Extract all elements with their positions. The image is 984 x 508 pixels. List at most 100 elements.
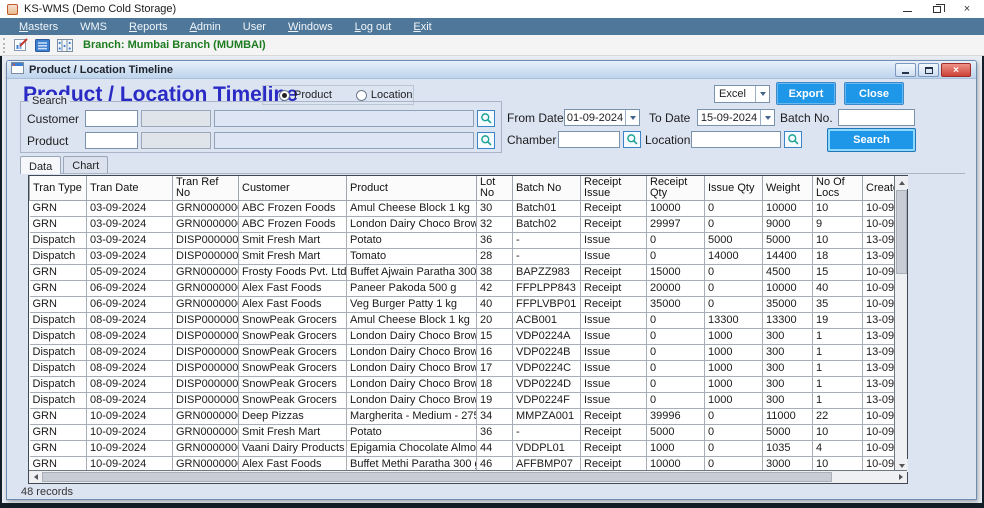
table-cell[interactable]: 13-09-2024	[863, 233, 897, 249]
table-cell[interactable]: 34	[477, 409, 513, 425]
table-cell[interactable]: 1	[813, 377, 863, 393]
table-cell[interactable]: 9000	[763, 217, 813, 233]
table-row[interactable]: GRN 10-09-2024 GRN00000002 Deep Pizzas M…	[30, 409, 897, 425]
table-cell[interactable]: 29997	[647, 217, 705, 233]
table-cell[interactable]: 0	[705, 297, 763, 313]
list-icon[interactable]	[34, 37, 51, 53]
column-header[interactable]: Weight	[763, 176, 813, 201]
table-cell[interactable]: Margherita - Medium - 275 g	[347, 409, 477, 425]
table-cell[interactable]: GRN00000002	[173, 409, 239, 425]
table-cell[interactable]: 300	[763, 329, 813, 345]
table-cell[interactable]: 4	[813, 441, 863, 457]
table-cell[interactable]: 40	[813, 281, 863, 297]
table-cell[interactable]: Amul Cheese Block 1 kg	[347, 313, 477, 329]
table-cell[interactable]: Dispatch	[30, 249, 87, 265]
table-cell[interactable]: 40	[477, 297, 513, 313]
table-cell[interactable]: 36	[477, 425, 513, 441]
table-cell[interactable]: 4500	[763, 265, 813, 281]
table-cell[interactable]: 10	[813, 233, 863, 249]
table-cell[interactable]: 08-09-2024	[87, 345, 173, 361]
table-cell[interactable]: Receipt	[581, 425, 647, 441]
table-cell[interactable]: London Dairy Choco Brownie 500 ml	[347, 329, 477, 345]
table-cell[interactable]: 35000	[647, 297, 705, 313]
table-cell[interactable]: 0	[705, 201, 763, 217]
table-cell[interactable]: VDP0224A	[513, 329, 581, 345]
table-cell[interactable]: 10000	[763, 201, 813, 217]
table-cell[interactable]: GRN	[30, 265, 87, 281]
table-cell[interactable]: 10-09-2024	[863, 441, 897, 457]
column-header[interactable]: Created	[863, 176, 897, 201]
table-cell[interactable]: 28	[477, 249, 513, 265]
table-cell[interactable]: Receipt	[581, 201, 647, 217]
table-cell[interactable]: 19	[477, 393, 513, 409]
table-cell[interactable]: 20	[477, 313, 513, 329]
table-cell[interactable]: Issue	[581, 377, 647, 393]
table-row[interactable]: Dispatch 08-09-2024 DISP00000005 SnowPea…	[30, 393, 897, 409]
table-cell[interactable]: VDP0224F	[513, 393, 581, 409]
window-maximize-button[interactable]	[918, 63, 939, 77]
table-cell[interactable]: 1000	[705, 361, 763, 377]
table-cell[interactable]: GRN	[30, 217, 87, 233]
table-row[interactable]: GRN 05-09-2024 GRN00000004 Frosty Foods …	[30, 265, 897, 281]
menu-item[interactable]: WMS	[69, 18, 118, 35]
table-cell[interactable]: Dispatch	[30, 233, 87, 249]
table-cell[interactable]: Receipt	[581, 217, 647, 233]
table-cell[interactable]: 15	[477, 329, 513, 345]
table-cell[interactable]: 08-09-2024	[87, 361, 173, 377]
table-cell[interactable]: GRN00000003	[173, 425, 239, 441]
table-cell[interactable]: Smit Fresh Mart	[239, 233, 347, 249]
table-cell[interactable]: 18	[477, 377, 513, 393]
table-cell[interactable]: Frosty Foods Pvt. Ltd.	[239, 265, 347, 281]
table-cell[interactable]: VDP0224D	[513, 377, 581, 393]
table-row[interactable]: GRN 10-09-2024 GRN00000006 Vaani Dairy P…	[30, 441, 897, 457]
table-cell[interactable]: 10000	[763, 281, 813, 297]
table-cell[interactable]: 0	[647, 233, 705, 249]
table-cell[interactable]: 06-09-2024	[87, 281, 173, 297]
table-cell[interactable]: Issue	[581, 233, 647, 249]
column-header[interactable]: Receipt Qty	[647, 176, 705, 201]
table-row[interactable]: Dispatch 08-09-2024 DISP00000005 SnowPea…	[30, 329, 897, 345]
table-cell[interactable]: 35	[813, 297, 863, 313]
table-cell[interactable]: 300	[763, 361, 813, 377]
table-cell[interactable]: Issue	[581, 345, 647, 361]
table-cell[interactable]: 39996	[647, 409, 705, 425]
table-cell[interactable]: 13300	[763, 313, 813, 329]
column-header[interactable]: Tran Date	[87, 176, 173, 201]
export-format-select[interactable]: Excel	[714, 85, 770, 103]
search-button[interactable]: Search	[828, 129, 915, 151]
column-header[interactable]: Customer	[239, 176, 347, 201]
table-cell[interactable]: Smit Fresh Mart	[239, 425, 347, 441]
menu-item[interactable]: Windows	[277, 18, 344, 35]
product-code-input[interactable]	[85, 132, 138, 149]
to-date-picker[interactable]: 15-09-2024	[697, 109, 775, 126]
table-cell[interactable]: 11000	[763, 409, 813, 425]
table-cell[interactable]: 0	[705, 281, 763, 297]
table-cell[interactable]: GRN	[30, 201, 87, 217]
batch-no-input[interactable]	[838, 109, 915, 126]
table-cell[interactable]: 300	[763, 393, 813, 409]
table-cell[interactable]: 20000	[647, 281, 705, 297]
table-cell[interactable]: 10	[813, 425, 863, 441]
location-input[interactable]	[691, 131, 781, 148]
table-cell[interactable]: VDDPL01	[513, 441, 581, 457]
table-cell[interactable]: GRN	[30, 425, 87, 441]
menu-item[interactable]: User	[232, 18, 277, 35]
menu-item[interactable]: Log out	[344, 18, 403, 35]
table-cell[interactable]: SnowPeak Grocers	[239, 329, 347, 345]
table-cell[interactable]: London Dairy Choco Brownie 500 ml	[347, 393, 477, 409]
table-cell[interactable]: DISP00000004	[173, 233, 239, 249]
table-cell[interactable]: ABC Frozen Foods	[239, 201, 347, 217]
table-cell[interactable]: 1	[813, 393, 863, 409]
table-cell[interactable]: DISP00000005	[173, 345, 239, 361]
radio-location[interactable]: Location	[356, 89, 413, 101]
column-header[interactable]: Tran Ref No	[173, 176, 239, 201]
table-cell[interactable]: 03-09-2024	[87, 201, 173, 217]
table-cell[interactable]: -	[513, 425, 581, 441]
table-cell[interactable]: 18	[813, 249, 863, 265]
customer-search-button[interactable]	[477, 110, 495, 127]
table-row[interactable]: Dispatch 08-09-2024 DISP00000005 SnowPea…	[30, 361, 897, 377]
product-name-input[interactable]	[214, 132, 474, 149]
table-cell[interactable]: 13-09-2024	[863, 393, 897, 409]
chamber-search-button[interactable]	[623, 131, 641, 148]
table-cell[interactable]: 1000	[705, 377, 763, 393]
